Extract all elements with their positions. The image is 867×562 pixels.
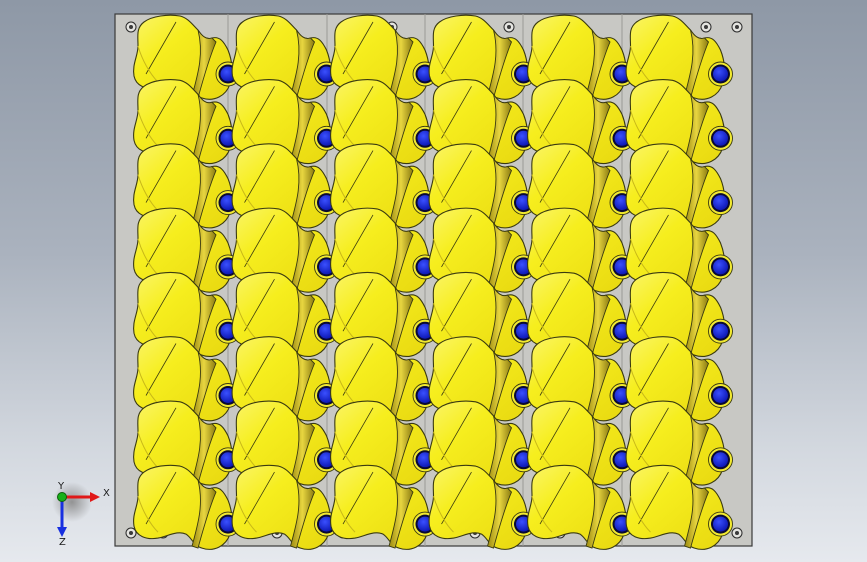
pin-icon xyxy=(708,447,733,473)
x-axis-label: X xyxy=(103,488,110,499)
mounting-hole xyxy=(731,21,743,33)
x-axis-arrow-icon xyxy=(90,492,100,502)
y-axis-point-icon xyxy=(57,492,67,502)
pin-icon xyxy=(708,125,733,151)
z-axis-arrow-icon xyxy=(57,527,67,537)
graphics-viewport[interactable]: X Y Z xyxy=(0,0,867,562)
model-canvas[interactable]: X Y Z xyxy=(0,0,867,562)
pin-icon xyxy=(708,511,733,537)
pin-icon xyxy=(708,190,733,216)
pin-icon xyxy=(708,61,733,87)
pin-icon xyxy=(708,383,733,408)
coordinate-triad: X Y Z xyxy=(52,481,110,548)
z-axis-label: Z xyxy=(59,537,66,548)
mounting-hole xyxy=(700,21,712,33)
pin-icon xyxy=(708,318,733,344)
mounting-hole xyxy=(125,21,137,33)
mounting-hole xyxy=(503,21,515,33)
pin-icon xyxy=(708,254,733,280)
y-axis-label: Y xyxy=(57,481,65,492)
mounting-hole xyxy=(731,527,743,539)
